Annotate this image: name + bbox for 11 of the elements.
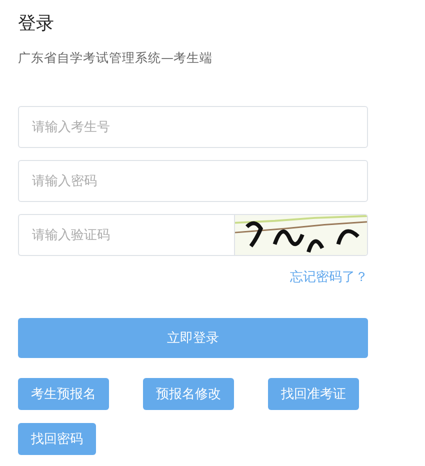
system-subtitle: 广东省自学考试管理系统—考生端 [18,49,214,67]
action-button[interactable]: 考生预报名 [18,378,109,410]
captcha-field[interactable]: 请输入验证码 [18,214,234,256]
action-button[interactable]: 找回密码 [18,423,96,455]
page-title: 登录 [18,12,55,36]
action-button[interactable]: 找回准考证 [268,378,359,410]
action-button[interactable]: 预报名修改 [143,378,234,410]
input-field[interactable]: 请输入考生号 [18,106,368,148]
input-field[interactable]: 请输入密码 [18,160,368,202]
forgot-password-link[interactable]: 忘记密码了？ [290,269,368,287]
login-button[interactable]: 立即登录 [18,318,368,358]
